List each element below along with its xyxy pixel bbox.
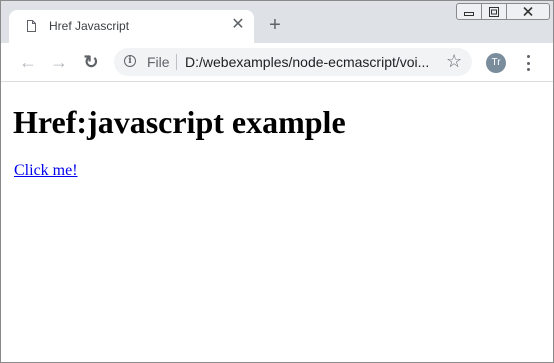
page-heading: Href:javascript example — [13, 104, 346, 140]
menu-kebab-icon[interactable] — [521, 53, 535, 73]
tab-href-javascript[interactable]: Href Javascript ✕ — [9, 10, 254, 43]
profile-avatar[interactable]: Tr — [486, 53, 506, 73]
back-button[interactable]: ← — [18, 52, 38, 72]
forward-button[interactable]: → — [49, 52, 69, 72]
tab-strip: Href Javascript ✕ + — [1, 1, 553, 43]
browser-toolbar: ← → ↻ i File D:/webexamples/node-ecmascr… — [1, 43, 553, 82]
close-window-button[interactable] — [507, 3, 550, 20]
page-content: Href:javascript example Click me! — [1, 82, 553, 362]
reload-button[interactable]: ↻ — [81, 52, 101, 72]
tab-title: Href Javascript — [49, 19, 130, 33]
new-tab-button[interactable]: + — [265, 15, 285, 35]
minimize-icon — [464, 11, 474, 16]
info-icon[interactable]: i — [124, 55, 136, 67]
document-icon — [27, 20, 36, 32]
url-text[interactable]: D:/webexamples/node-ecmascript/voi... — [185, 54, 429, 70]
browser-window: Href Javascript ✕ + ← → ↻ i File D:/webe… — [0, 0, 554, 363]
click-me-link[interactable]: Click me! — [14, 162, 78, 180]
divider — [176, 54, 177, 70]
bookmark-star-icon[interactable]: ☆ — [446, 51, 462, 71]
restore-button[interactable] — [482, 3, 507, 20]
scheme-label: File — [147, 54, 170, 70]
tab-close-icon[interactable]: ✕ — [229, 15, 247, 35]
address-bar[interactable]: i File D:/webexamples/node-ecmascript/vo… — [114, 48, 472, 76]
restore-icon — [489, 6, 499, 17]
minimize-button[interactable] — [456, 3, 482, 20]
window-controls — [456, 3, 550, 20]
close-icon — [523, 7, 533, 16]
